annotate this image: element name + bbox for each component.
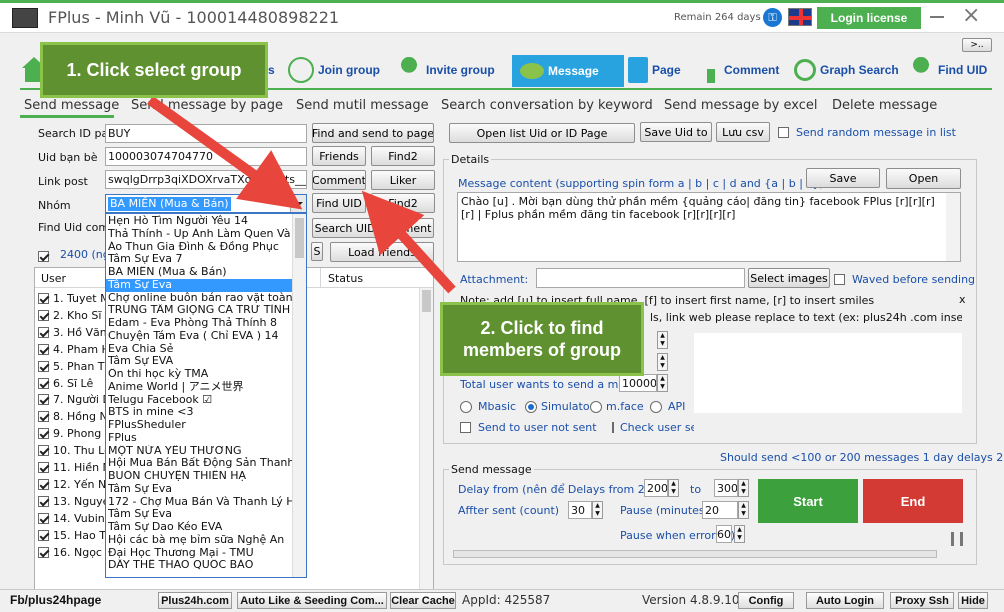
arrow-2 [361, 190, 456, 294]
callout-find-members: 2. Click to find members of group [440, 302, 644, 376]
arrow-1 [147, 95, 303, 210]
callout-select-group: 1. Click select group [40, 42, 268, 98]
